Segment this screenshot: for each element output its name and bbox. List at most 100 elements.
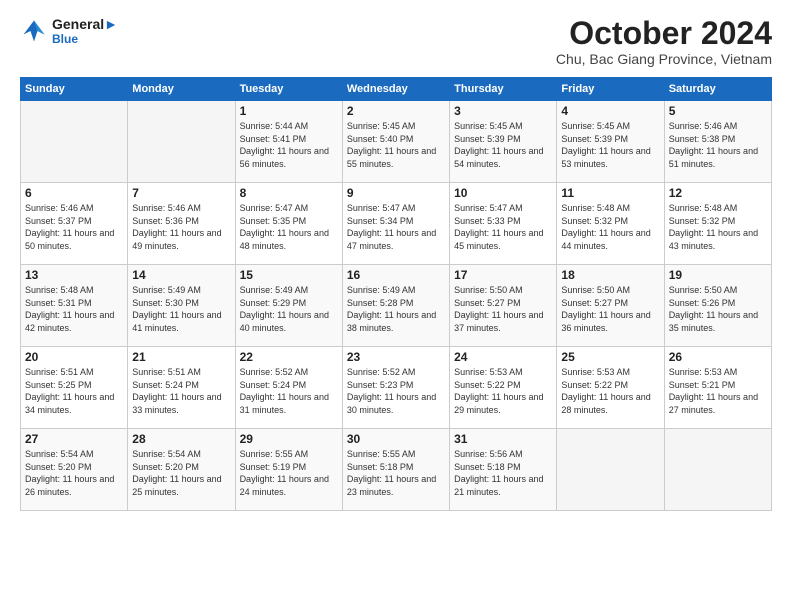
calendar-week-1: 1Sunrise: 5:44 AMSunset: 5:41 PMDaylight…	[21, 101, 772, 183]
calendar-week-4: 20 Sunrise: 5:51 AMSunset: 5:25 PMDayligh…	[21, 347, 772, 429]
day-number: 10	[454, 186, 552, 200]
calendar-cell: 1Sunrise: 5:44 AMSunset: 5:41 PMDaylight…	[235, 101, 342, 183]
day-header-tuesday: Tuesday	[235, 78, 342, 101]
logo: General► Blue	[20, 16, 118, 46]
calendar-cell: 4Sunrise: 5:45 AMSunset: 5:39 PMDaylight…	[557, 101, 664, 183]
day-number: 28	[132, 432, 230, 446]
calendar-cell: 21 Sunrise: 5:51 AMSunset: 5:24 PMDayligh…	[128, 347, 235, 429]
day-number: 20	[25, 350, 123, 364]
logo-icon	[20, 17, 48, 45]
day-header-saturday: Saturday	[664, 78, 771, 101]
day-number: 31	[454, 432, 552, 446]
cell-info: Sunrise: 5:45 AMSunset: 5:39 PMDaylight:…	[454, 120, 552, 170]
cell-info: Sunrise: 5:55 AMSunset: 5:18 PMDaylight:…	[347, 448, 445, 498]
cell-info: Sunrise: 5:47 AMSunset: 5:35 PMDaylight:…	[240, 202, 338, 252]
logo-text: General► Blue	[52, 16, 118, 46]
calendar-cell: 31 Sunrise: 5:56 AMSunset: 5:18 PMDayligh…	[450, 429, 557, 511]
calendar-cell: 27Sunrise: 5:54 AMSunset: 5:20 PMDayligh…	[21, 429, 128, 511]
cell-info: Sunrise: 5:51 AMSunset: 5:24 PMDaylight:…	[132, 366, 230, 416]
calendar-cell: 2 Sunrise: 5:45 AMSunset: 5:40 PMDaylight…	[342, 101, 449, 183]
day-number: 5	[669, 104, 767, 118]
day-number: 23	[347, 350, 445, 364]
cell-info: Sunrise: 5:48 AMSunset: 5:31 PMDaylight:…	[25, 284, 123, 334]
calendar-cell: 23Sunrise: 5:52 AMSunset: 5:23 PMDayligh…	[342, 347, 449, 429]
calendar-cell: 6 Sunrise: 5:46 AMSunset: 5:37 PMDaylight…	[21, 183, 128, 265]
calendar-cell: 29Sunrise: 5:55 AMSunset: 5:19 PMDayligh…	[235, 429, 342, 511]
calendar-cell: 24 Sunrise: 5:53 AMSunset: 5:22 PMDayligh…	[450, 347, 557, 429]
day-number: 6	[25, 186, 123, 200]
cell-info: Sunrise: 5:49 AMSunset: 5:30 PMDaylight:…	[132, 284, 230, 334]
calendar-cell: 28 Sunrise: 5:54 AMSunset: 5:20 PMDayligh…	[128, 429, 235, 511]
cell-info: Sunrise: 5:56 AMSunset: 5:18 PMDaylight:…	[454, 448, 552, 498]
cell-info: Sunrise: 5:46 AMSunset: 5:36 PMDaylight:…	[132, 202, 230, 252]
calendar-cell: 10 Sunrise: 5:47 AMSunset: 5:33 PMDayligh…	[450, 183, 557, 265]
day-number: 30	[347, 432, 445, 446]
cell-info: Sunrise: 5:51 AMSunset: 5:25 PMDaylight:…	[25, 366, 123, 416]
day-number: 22	[240, 350, 338, 364]
calendar-cell: 9 Sunrise: 5:47 AMSunset: 5:34 PMDaylight…	[342, 183, 449, 265]
day-number: 15	[240, 268, 338, 282]
day-number: 13	[25, 268, 123, 282]
cell-info: Sunrise: 5:48 AMSunset: 5:32 PMDaylight:…	[561, 202, 659, 252]
calendar-table: SundayMondayTuesdayWednesdayThursdayFrid…	[20, 77, 772, 511]
day-header-friday: Friday	[557, 78, 664, 101]
calendar-header-row: SundayMondayTuesdayWednesdayThursdayFrid…	[21, 78, 772, 101]
day-number: 29	[240, 432, 338, 446]
cell-info: Sunrise: 5:53 AMSunset: 5:22 PMDaylight:…	[561, 366, 659, 416]
calendar-cell: 20 Sunrise: 5:51 AMSunset: 5:25 PMDayligh…	[21, 347, 128, 429]
day-number: 11	[561, 186, 659, 200]
calendar-cell: 12Sunrise: 5:48 AMSunset: 5:32 PMDayligh…	[664, 183, 771, 265]
day-number: 3	[454, 104, 552, 118]
header: General► Blue October 2024 Chu, Bac Gian…	[20, 16, 772, 67]
calendar-cell: 30 Sunrise: 5:55 AMSunset: 5:18 PMDayligh…	[342, 429, 449, 511]
cell-info: Sunrise: 5:49 AMSunset: 5:29 PMDaylight:…	[240, 284, 338, 334]
cell-info: Sunrise: 5:53 AMSunset: 5:21 PMDaylight:…	[669, 366, 767, 416]
calendar-cell: 8Sunrise: 5:47 AMSunset: 5:35 PMDaylight…	[235, 183, 342, 265]
cell-info: Sunrise: 5:49 AMSunset: 5:28 PMDaylight:…	[347, 284, 445, 334]
day-number: 14	[132, 268, 230, 282]
cell-info: Sunrise: 5:47 AMSunset: 5:33 PMDaylight:…	[454, 202, 552, 252]
calendar-week-5: 27Sunrise: 5:54 AMSunset: 5:20 PMDayligh…	[21, 429, 772, 511]
calendar-cell: 15 Sunrise: 5:49 AMSunset: 5:29 PMDayligh…	[235, 265, 342, 347]
day-number: 25	[561, 350, 659, 364]
day-header-thursday: Thursday	[450, 78, 557, 101]
month-title: October 2024	[556, 16, 772, 51]
cell-info: Sunrise: 5:53 AMSunset: 5:22 PMDaylight:…	[454, 366, 552, 416]
cell-info: Sunrise: 5:54 AMSunset: 5:20 PMDaylight:…	[25, 448, 123, 498]
calendar-cell: 5 Sunrise: 5:46 AMSunset: 5:38 PMDaylight…	[664, 101, 771, 183]
cell-info: Sunrise: 5:46 AMSunset: 5:37 PMDaylight:…	[25, 202, 123, 252]
calendar-cell: 11 Sunrise: 5:48 AMSunset: 5:32 PMDayligh…	[557, 183, 664, 265]
day-number: 26	[669, 350, 767, 364]
day-number: 19	[669, 268, 767, 282]
calendar-week-2: 6 Sunrise: 5:46 AMSunset: 5:37 PMDaylight…	[21, 183, 772, 265]
day-number: 4	[561, 104, 659, 118]
cell-info: Sunrise: 5:45 AMSunset: 5:40 PMDaylight:…	[347, 120, 445, 170]
day-header-monday: Monday	[128, 78, 235, 101]
calendar-cell: 13 Sunrise: 5:48 AMSunset: 5:31 PMDayligh…	[21, 265, 128, 347]
cell-info: Sunrise: 5:48 AMSunset: 5:32 PMDaylight:…	[669, 202, 767, 252]
day-number: 24	[454, 350, 552, 364]
calendar-cell	[128, 101, 235, 183]
calendar-cell: 22 Sunrise: 5:52 AMSunset: 5:24 PMDayligh…	[235, 347, 342, 429]
calendar-cell: 26 Sunrise: 5:53 AMSunset: 5:21 PMDayligh…	[664, 347, 771, 429]
day-number: 2	[347, 104, 445, 118]
cell-info: Sunrise: 5:54 AMSunset: 5:20 PMDaylight:…	[132, 448, 230, 498]
cell-info: Sunrise: 5:52 AMSunset: 5:24 PMDaylight:…	[240, 366, 338, 416]
day-header-wednesday: Wednesday	[342, 78, 449, 101]
cell-info: Sunrise: 5:50 AMSunset: 5:27 PMDaylight:…	[561, 284, 659, 334]
cell-info: Sunrise: 5:47 AMSunset: 5:34 PMDaylight:…	[347, 202, 445, 252]
day-number: 16	[347, 268, 445, 282]
calendar-cell: 16 Sunrise: 5:49 AMSunset: 5:28 PMDayligh…	[342, 265, 449, 347]
day-number: 7	[132, 186, 230, 200]
day-number: 17	[454, 268, 552, 282]
cell-info: Sunrise: 5:50 AMSunset: 5:26 PMDaylight:…	[669, 284, 767, 334]
day-number: 9	[347, 186, 445, 200]
cell-info: Sunrise: 5:46 AMSunset: 5:38 PMDaylight:…	[669, 120, 767, 170]
day-number: 21	[132, 350, 230, 364]
page: General► Blue October 2024 Chu, Bac Gian…	[0, 0, 792, 612]
location: Chu, Bac Giang Province, Vietnam	[556, 51, 772, 67]
calendar-cell: 3 Sunrise: 5:45 AMSunset: 5:39 PMDaylight…	[450, 101, 557, 183]
calendar-cell: 14 Sunrise: 5:49 AMSunset: 5:30 PMDayligh…	[128, 265, 235, 347]
day-number: 1	[240, 104, 338, 118]
calendar-week-3: 13 Sunrise: 5:48 AMSunset: 5:31 PMDayligh…	[21, 265, 772, 347]
